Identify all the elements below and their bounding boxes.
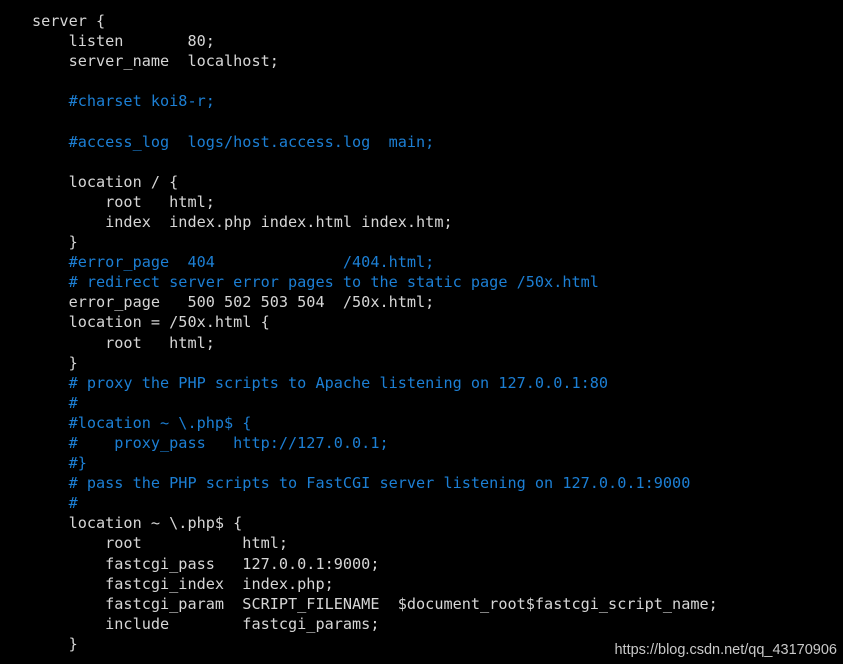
code-viewer[interactable]: server { listen 80; server_name localhos… [0, 0, 843, 664]
code-line: root html; [32, 333, 215, 352]
code-line: #error_page 404 /404.html; [32, 253, 435, 272]
code-line: fastcgi_pass 127.0.0.1:9000; [32, 554, 380, 573]
code-line: # pass the PHP scripts to FastCGI server… [32, 474, 691, 493]
code-line: # [32, 494, 78, 513]
code-line: root html; [32, 534, 289, 553]
code-line: server_name localhost; [32, 52, 279, 71]
code-line: # proxy_pass http://127.0.0.1; [32, 433, 389, 452]
code-line: include fastcgi_params; [32, 614, 380, 633]
code-line: } [32, 233, 78, 252]
code-line: #location ~ \.php$ { [32, 413, 252, 432]
code-line: #} [32, 454, 87, 473]
code-line: fastcgi_index index.php; [32, 574, 334, 593]
code-line: #charset koi8-r; [32, 92, 215, 111]
watermark-url: https://blog.csdn.net/qq_43170906 [614, 642, 837, 658]
code-line: error_page 500 502 503 504 /50x.html; [32, 293, 435, 312]
code-line: listen 80; [32, 32, 215, 51]
code-line: fastcgi_param SCRIPT_FILENAME $document_… [32, 594, 718, 613]
code-line: server { [32, 12, 106, 30]
code-line: location = /50x.html { [32, 313, 270, 332]
code-line: } [32, 353, 78, 372]
code-line: location ~ \.php$ { [32, 514, 243, 533]
code-line: index index.php index.html index.htm; [32, 212, 453, 231]
code-line: # [32, 393, 78, 412]
code-line: location / { [32, 172, 179, 191]
code-line: # redirect server error pages to the sta… [32, 273, 599, 292]
code-line: # proxy the PHP scripts to Apache listen… [32, 373, 609, 392]
code-line: #access_log logs/host.access.log main; [32, 132, 435, 151]
code-line: root html; [32, 192, 215, 211]
